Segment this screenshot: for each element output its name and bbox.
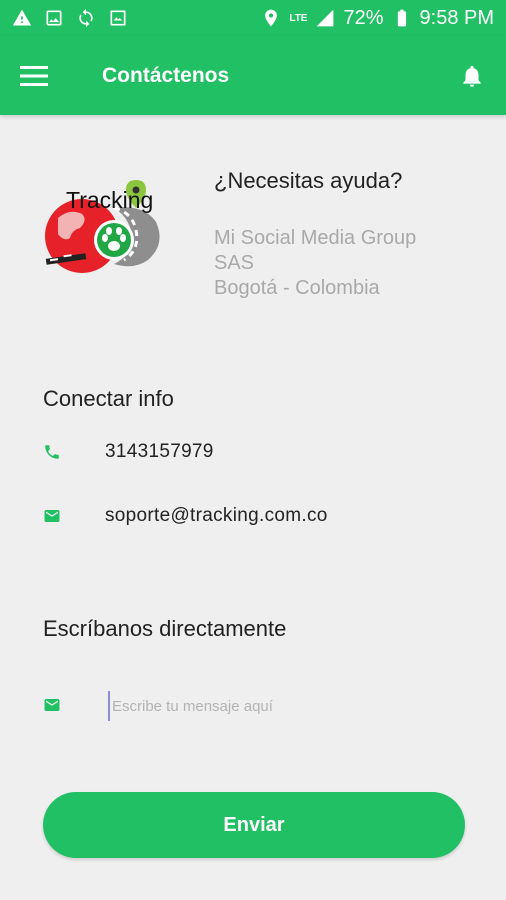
notifications-button[interactable] — [438, 36, 506, 115]
message-section-title: Escríbanos directamente — [43, 616, 287, 641]
app-bar: Contáctenos — [0, 36, 506, 115]
company-location: Bogotá - Colombia — [214, 277, 380, 299]
help-title: ¿Necesitas ayuda? — [214, 168, 403, 193]
sync-icon — [76, 8, 96, 28]
email-row[interactable]: soporte@tracking.com.co — [43, 505, 327, 526]
gallery-icon — [108, 8, 128, 28]
status-bar: LTE 72% 9:58 PM — [0, 0, 506, 36]
bell-icon — [463, 65, 481, 87]
tracking-logo: Tracking — [44, 178, 174, 278]
warning-icon — [12, 8, 32, 28]
phone-row[interactable]: 3143157979 — [43, 441, 213, 462]
battery-percent: 72% — [343, 6, 384, 29]
message-row — [43, 696, 61, 714]
battery-icon — [392, 8, 412, 28]
hamburger-icon — [20, 65, 48, 86]
mail-icon — [43, 507, 61, 525]
message-input[interactable] — [108, 691, 458, 721]
page-title: Contáctenos — [102, 63, 230, 87]
email-address: soporte@tracking.com.co — [105, 505, 328, 526]
network-type: LTE — [289, 12, 308, 24]
signal-icon — [315, 8, 335, 28]
menu-button[interactable] — [0, 36, 68, 115]
mail-icon — [43, 696, 61, 714]
location-icon — [261, 8, 281, 28]
phone-number: 3143157979 — [105, 441, 214, 462]
logo-text: Tracking — [66, 187, 153, 213]
company-type: SAS — [214, 252, 255, 274]
company-info: Mi Social Media Group SAS Bogotá - Colom… — [214, 226, 416, 301]
image-icon — [44, 8, 64, 28]
clock: 9:58 PM — [419, 6, 494, 29]
contact-info-title: Conectar info — [43, 386, 174, 411]
company-name: Mi Social Media Group — [214, 227, 417, 249]
send-button[interactable]: Enviar — [43, 792, 465, 858]
phone-icon — [43, 443, 61, 461]
